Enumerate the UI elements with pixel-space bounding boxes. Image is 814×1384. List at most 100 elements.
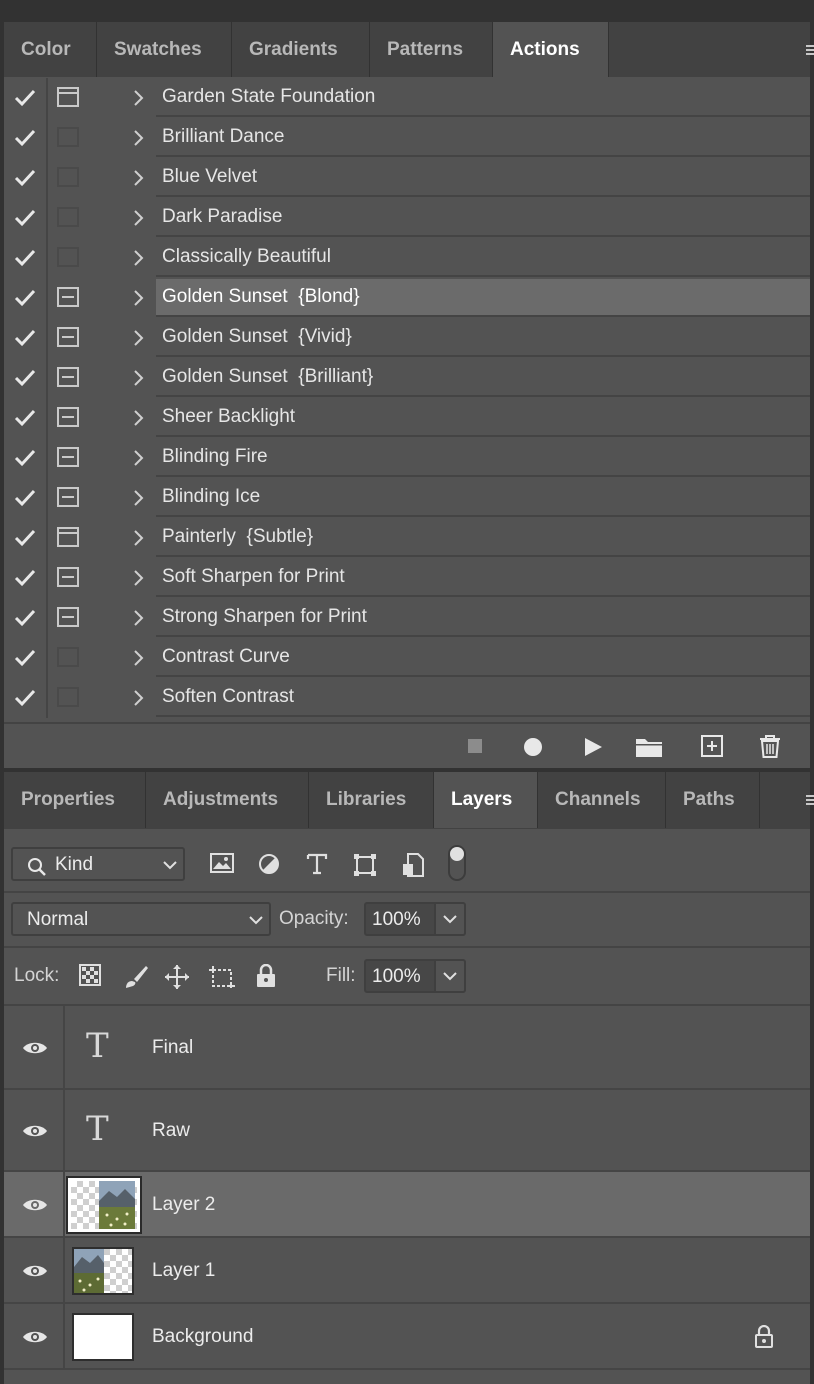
lock-transparent-pixels-icon[interactable] [79, 964, 101, 986]
tab-actions[interactable]: Actions [493, 22, 609, 77]
action-item[interactable]: Golden Sunset {Blond} [4, 278, 810, 318]
dialog-toggle-icon[interactable] [57, 87, 79, 107]
image-filter-icon[interactable] [210, 853, 234, 873]
layer-row-final[interactable]: T Final [4, 1006, 810, 1090]
eye-icon[interactable] [22, 1040, 48, 1056]
layer-row-layer-2[interactable]: Layer 2 [4, 1172, 810, 1238]
tab-patterns[interactable]: Patterns [370, 22, 493, 77]
action-item[interactable]: Classically Beautiful [4, 238, 810, 278]
lock-image-pixels-icon[interactable] [123, 964, 149, 990]
action-item[interactable]: Sheer Backlight [4, 398, 810, 438]
chevron-right-icon[interactable] [130, 209, 146, 227]
action-item[interactable]: Blue Velvet [4, 158, 810, 198]
opacity-dropdown[interactable] [436, 902, 466, 936]
chevron-right-icon[interactable] [130, 569, 146, 587]
opacity-input[interactable]: 100% [364, 902, 436, 936]
chevron-right-icon[interactable] [130, 489, 146, 507]
check-icon[interactable] [14, 687, 36, 709]
action-item[interactable]: Garden State Foundation [4, 78, 810, 118]
action-item[interactable]: Brilliant Dance [4, 118, 810, 158]
chevron-right-icon[interactable] [130, 329, 146, 347]
chevron-right-icon[interactable] [130, 289, 146, 307]
layer-row-layer-1[interactable]: Layer 1 [4, 1238, 810, 1304]
chevron-right-icon[interactable] [130, 529, 146, 547]
chevron-right-icon[interactable] [130, 249, 146, 267]
tab-channels[interactable]: Channels [538, 772, 666, 828]
action-item[interactable]: Blinding Fire [4, 438, 810, 478]
filter-toggle[interactable] [448, 845, 466, 881]
chevron-right-icon[interactable] [130, 609, 146, 627]
tab-gradients[interactable]: Gradients [232, 22, 370, 77]
check-icon[interactable] [14, 167, 36, 189]
layer-row-background[interactable]: Background [4, 1304, 810, 1370]
dialog-toggle-icon[interactable] [57, 647, 79, 667]
action-item[interactable]: Soft Sharpen for Print [4, 558, 810, 598]
dialog-toggle-icon[interactable] [57, 287, 79, 307]
blend-mode-select[interactable]: Normal [11, 902, 271, 936]
dialog-toggle-icon[interactable] [57, 247, 79, 267]
shape-filter-icon[interactable] [353, 853, 377, 877]
chevron-right-icon[interactable] [130, 169, 146, 187]
dialog-toggle-icon[interactable] [57, 567, 79, 587]
filter-kind-select[interactable]: Kind [11, 847, 185, 881]
dialog-toggle-icon[interactable] [57, 327, 79, 347]
tab-paths[interactable]: Paths [666, 772, 760, 828]
chevron-right-icon[interactable] [130, 369, 146, 387]
action-item[interactable]: Golden Sunset {Vivid} [4, 318, 810, 358]
smart-object-filter-icon[interactable] [402, 853, 424, 877]
check-icon[interactable] [14, 247, 36, 269]
lock-position-icon[interactable] [164, 964, 190, 990]
tab-properties[interactable]: Properties [4, 772, 146, 828]
check-icon[interactable] [14, 207, 36, 229]
check-icon[interactable] [14, 87, 36, 109]
check-icon[interactable] [14, 527, 36, 549]
action-item[interactable]: Soften Contrast [4, 678, 810, 718]
eye-icon[interactable] [22, 1197, 48, 1213]
dialog-toggle-icon[interactable] [57, 167, 79, 187]
record-icon[interactable] [523, 737, 543, 757]
tab-libraries[interactable]: Libraries [309, 772, 434, 828]
chevron-right-icon[interactable] [130, 129, 146, 147]
action-item[interactable]: Strong Sharpen for Print [4, 598, 810, 638]
trash-icon[interactable] [759, 734, 781, 758]
fill-dropdown[interactable] [436, 959, 466, 993]
panel-menu-icon[interactable] [806, 793, 814, 807]
action-item[interactable]: Golden Sunset {Brilliant} [4, 358, 810, 398]
eye-icon[interactable] [22, 1123, 48, 1139]
tab-adjustments[interactable]: Adjustments [146, 772, 309, 828]
lock-artboard-icon[interactable] [208, 964, 236, 990]
tab-swatches[interactable]: Swatches [97, 22, 232, 77]
type-filter-icon[interactable] [306, 853, 328, 875]
dialog-toggle-icon[interactable] [57, 127, 79, 147]
check-icon[interactable] [14, 327, 36, 349]
tab-color[interactable]: Color [4, 22, 97, 77]
check-icon[interactable] [14, 407, 36, 429]
panel-menu-icon[interactable] [806, 43, 814, 57]
chevron-right-icon[interactable] [130, 689, 146, 707]
dialog-toggle-icon[interactable] [57, 207, 79, 227]
check-icon[interactable] [14, 487, 36, 509]
action-item[interactable]: Dark Paradise [4, 198, 810, 238]
chevron-right-icon[interactable] [130, 449, 146, 467]
check-icon[interactable] [14, 287, 36, 309]
eye-icon[interactable] [22, 1329, 48, 1345]
check-icon[interactable] [14, 367, 36, 389]
dialog-toggle-icon[interactable] [57, 687, 79, 707]
chevron-right-icon[interactable] [130, 89, 146, 107]
action-item[interactable]: Painterly {Subtle} [4, 518, 810, 558]
stop-icon[interactable] [468, 739, 482, 753]
check-icon[interactable] [14, 447, 36, 469]
lock-all-icon[interactable] [256, 964, 276, 988]
dialog-toggle-icon[interactable] [57, 607, 79, 627]
action-item[interactable]: Contrast Curve [4, 638, 810, 678]
dialog-toggle-icon[interactable] [57, 407, 79, 427]
action-item[interactable]: Blinding Ice [4, 478, 810, 518]
fill-input[interactable]: 100% [364, 959, 436, 993]
tab-layers[interactable]: Layers [434, 772, 538, 828]
eye-icon[interactable] [22, 1263, 48, 1279]
dialog-toggle-icon[interactable] [57, 527, 79, 547]
adjustment-filter-icon[interactable] [258, 853, 280, 875]
check-icon[interactable] [14, 567, 36, 589]
new-action-icon[interactable] [701, 735, 723, 757]
chevron-right-icon[interactable] [130, 409, 146, 427]
